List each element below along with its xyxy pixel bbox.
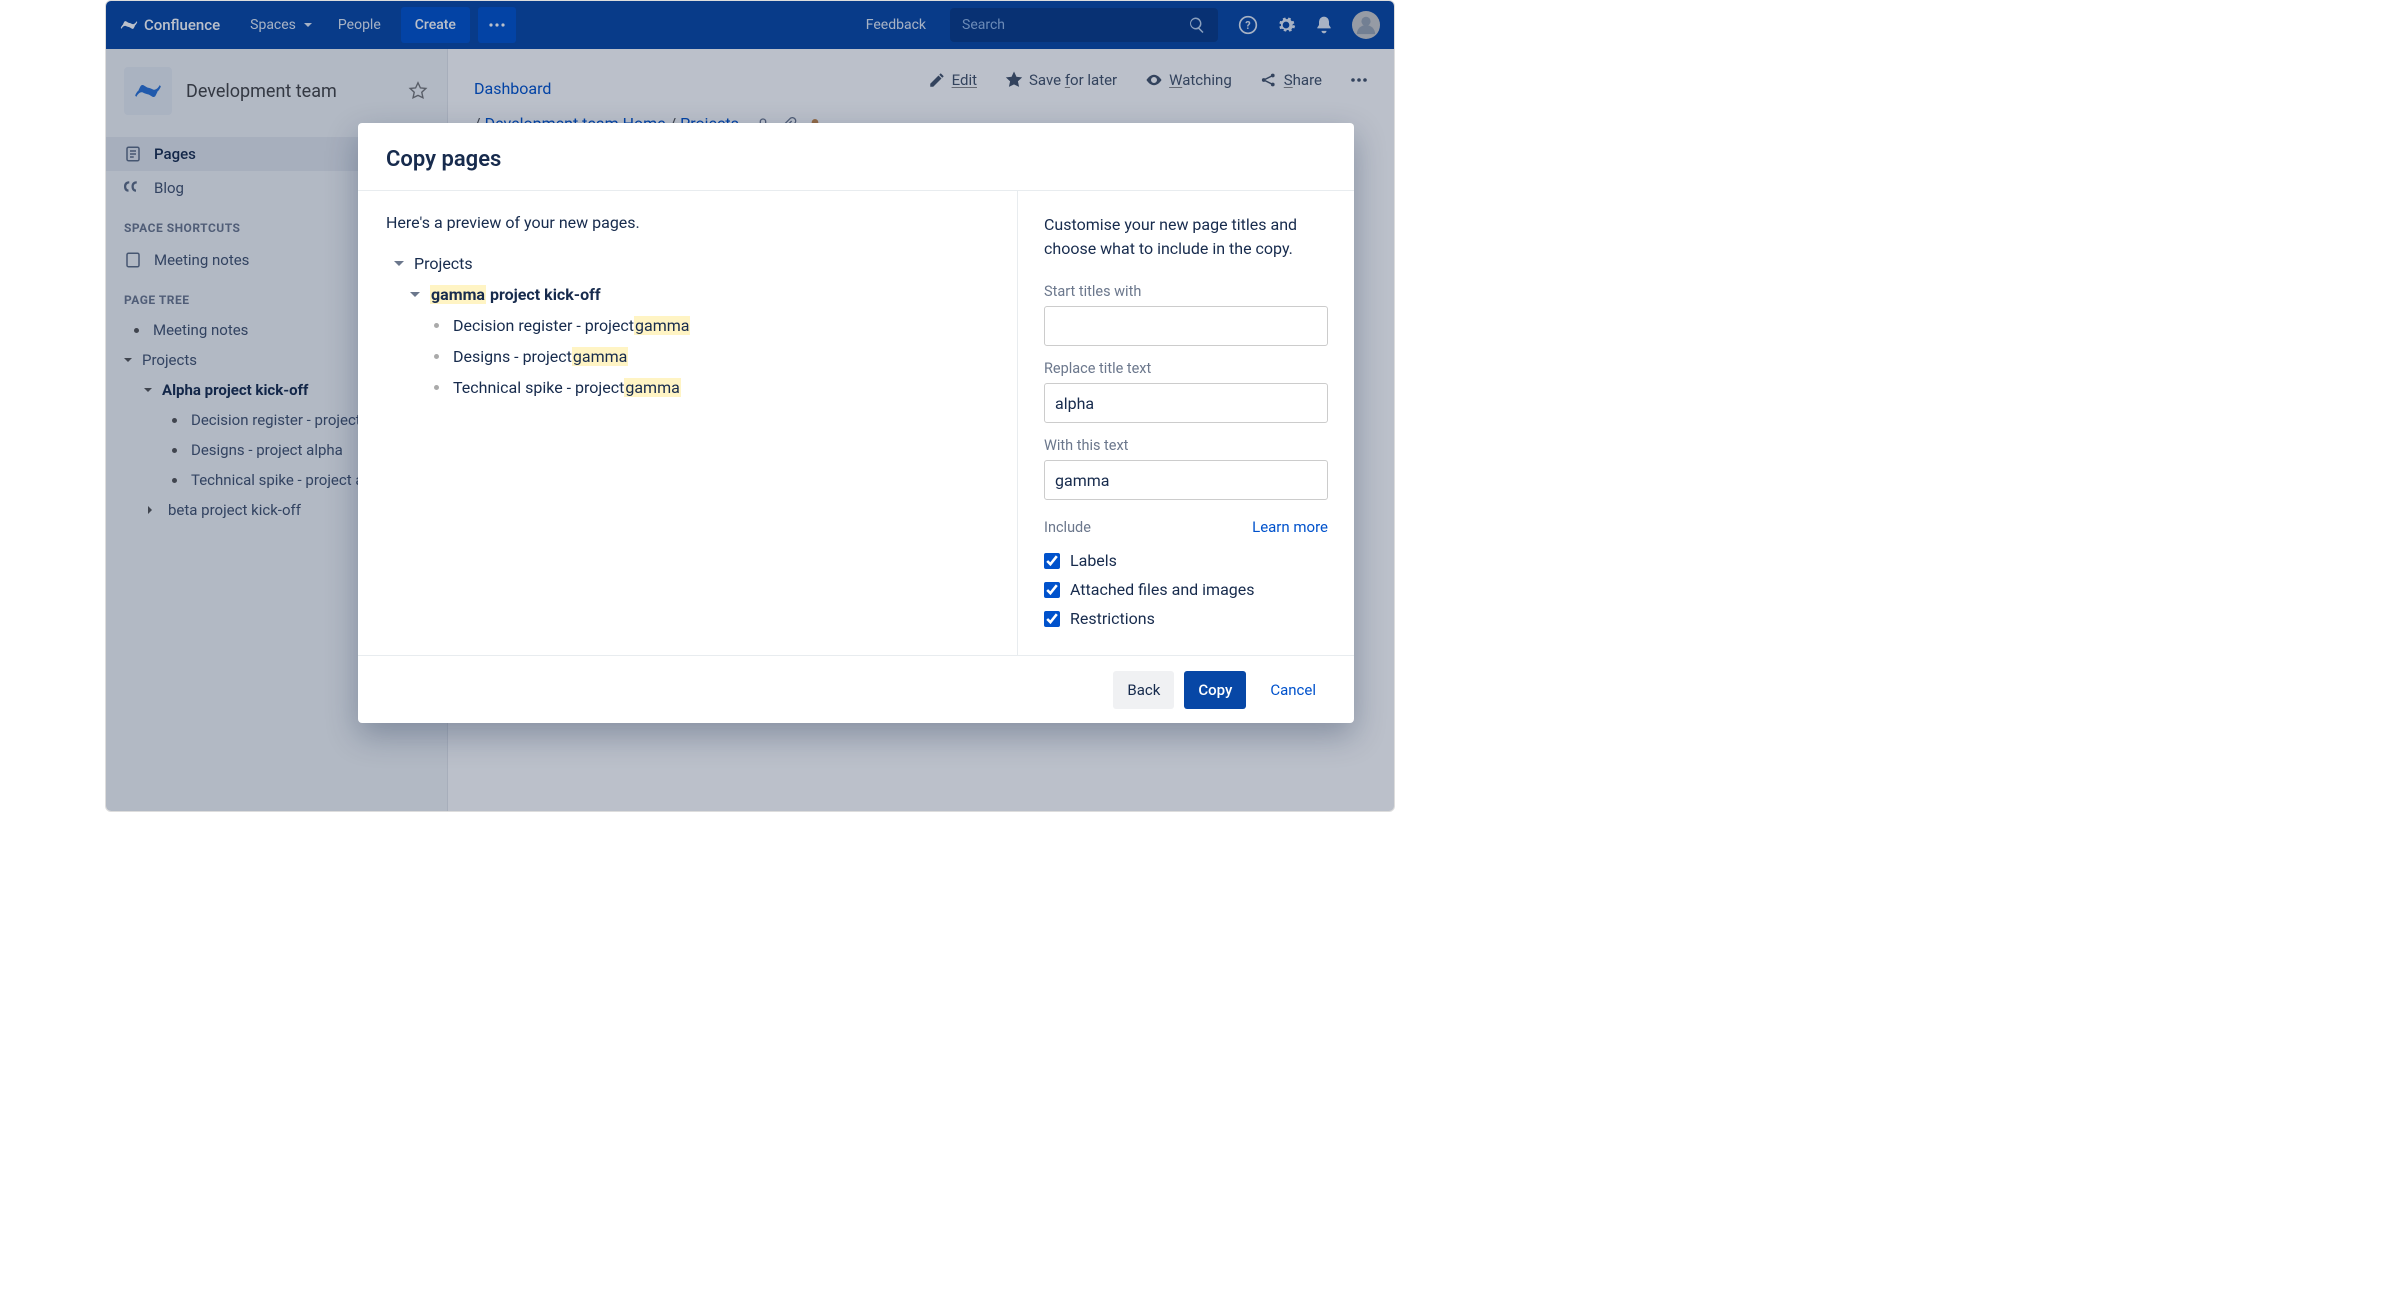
save-action[interactable]: Save for later [1005, 71, 1117, 89]
share-label: Share [1284, 71, 1322, 89]
nav-people[interactable]: People [328, 9, 391, 41]
start-with-label: Start titles with [1044, 283, 1328, 300]
app-frame: Confluence Spaces People Create Feedback… [105, 0, 1395, 812]
help-icon: ? [1238, 15, 1258, 35]
with-label: With this text [1044, 437, 1328, 454]
replace-input[interactable] [1044, 383, 1328, 423]
bell-icon [1314, 15, 1334, 35]
svg-text:?: ? [1245, 19, 1250, 32]
brand-logo[interactable]: Confluence [120, 16, 220, 34]
copy-pages-modal: Copy pages Here's a preview of your new … [358, 123, 1354, 723]
checkbox-attached[interactable] [1044, 582, 1060, 598]
modal-options-pane: Customise your new page titles and choos… [1018, 191, 1354, 655]
checkbox-restrictions[interactable] [1044, 611, 1060, 627]
create-button[interactable]: Create [401, 7, 470, 43]
link-icon [124, 251, 142, 269]
confluence-icon [120, 16, 138, 34]
star-icon [1005, 71, 1023, 89]
replace-label: Replace title text [1044, 360, 1328, 377]
more-actions[interactable] [1350, 71, 1368, 89]
help-button[interactable]: ? [1232, 9, 1264, 41]
modal-preview-pane: Here's a preview of your new pages. Proj… [358, 191, 1018, 655]
space-avatar [124, 67, 172, 115]
search-icon [1188, 16, 1206, 34]
quote-icon [124, 179, 142, 197]
search-placeholder: Search [962, 17, 1005, 33]
search-input[interactable]: Search [950, 8, 1218, 42]
page-icon [124, 145, 142, 163]
back-button[interactable]: Back [1113, 671, 1174, 709]
ellipsis-icon [1350, 71, 1368, 89]
check-attached[interactable]: Attached files and images [1044, 575, 1328, 604]
star-icon[interactable] [407, 80, 429, 102]
notifications-button[interactable] [1308, 9, 1340, 41]
include-label: Include [1044, 519, 1091, 536]
start-with-input[interactable] [1044, 306, 1328, 346]
preview-designs[interactable]: Designs - project gamma [386, 341, 989, 372]
nav-spaces[interactable]: Spaces [240, 9, 322, 41]
learn-more-link[interactable]: Learn more [1252, 518, 1328, 536]
edit-action[interactable]: Edit [928, 71, 977, 89]
share-icon [1260, 71, 1278, 89]
preview-root[interactable]: Projects [386, 248, 989, 279]
modal-footer: Back Copy Cancel [358, 656, 1354, 723]
breadcrumb-dashboard[interactable]: Dashboard [474, 79, 551, 98]
brand-text: Confluence [144, 16, 220, 34]
save-label: Save for later [1029, 71, 1117, 89]
page-actions: Edit Save for later Watching Share [928, 71, 1368, 89]
ellipsis-icon [488, 22, 506, 28]
more-menu-button[interactable] [478, 7, 516, 43]
space-name[interactable]: Development team [186, 81, 393, 102]
pencil-icon [928, 71, 946, 89]
copy-button[interactable]: Copy [1184, 671, 1246, 709]
settings-button[interactable] [1270, 9, 1302, 41]
check-restrictions[interactable]: Restrictions [1044, 604, 1328, 633]
preview-technical[interactable]: Technical spike - project gamma [386, 372, 989, 403]
with-input[interactable] [1044, 460, 1328, 500]
modal-title: Copy pages [386, 147, 1326, 172]
watching-action[interactable]: Watching [1145, 71, 1232, 89]
share-action[interactable]: Share [1260, 71, 1322, 89]
avatar[interactable] [1352, 11, 1380, 39]
gear-icon [1276, 15, 1296, 35]
cancel-button[interactable]: Cancel [1256, 671, 1330, 709]
eye-icon [1145, 71, 1163, 89]
options-description: Customise your new page titles and choos… [1044, 213, 1328, 261]
checkbox-labels[interactable] [1044, 553, 1060, 569]
person-icon [1355, 14, 1377, 36]
preview-kickoff[interactable]: gamma project kick-off [386, 279, 989, 310]
confluence-icon [134, 77, 162, 105]
check-labels[interactable]: Labels [1044, 546, 1328, 575]
feedback-link[interactable]: Feedback [856, 9, 936, 41]
watching-label: Watching [1169, 71, 1232, 89]
preview-decision[interactable]: Decision register - project gamma [386, 310, 989, 341]
header: Confluence Spaces People Create Feedback… [106, 1, 1394, 49]
preview-intro: Here's a preview of your new pages. [386, 213, 989, 232]
